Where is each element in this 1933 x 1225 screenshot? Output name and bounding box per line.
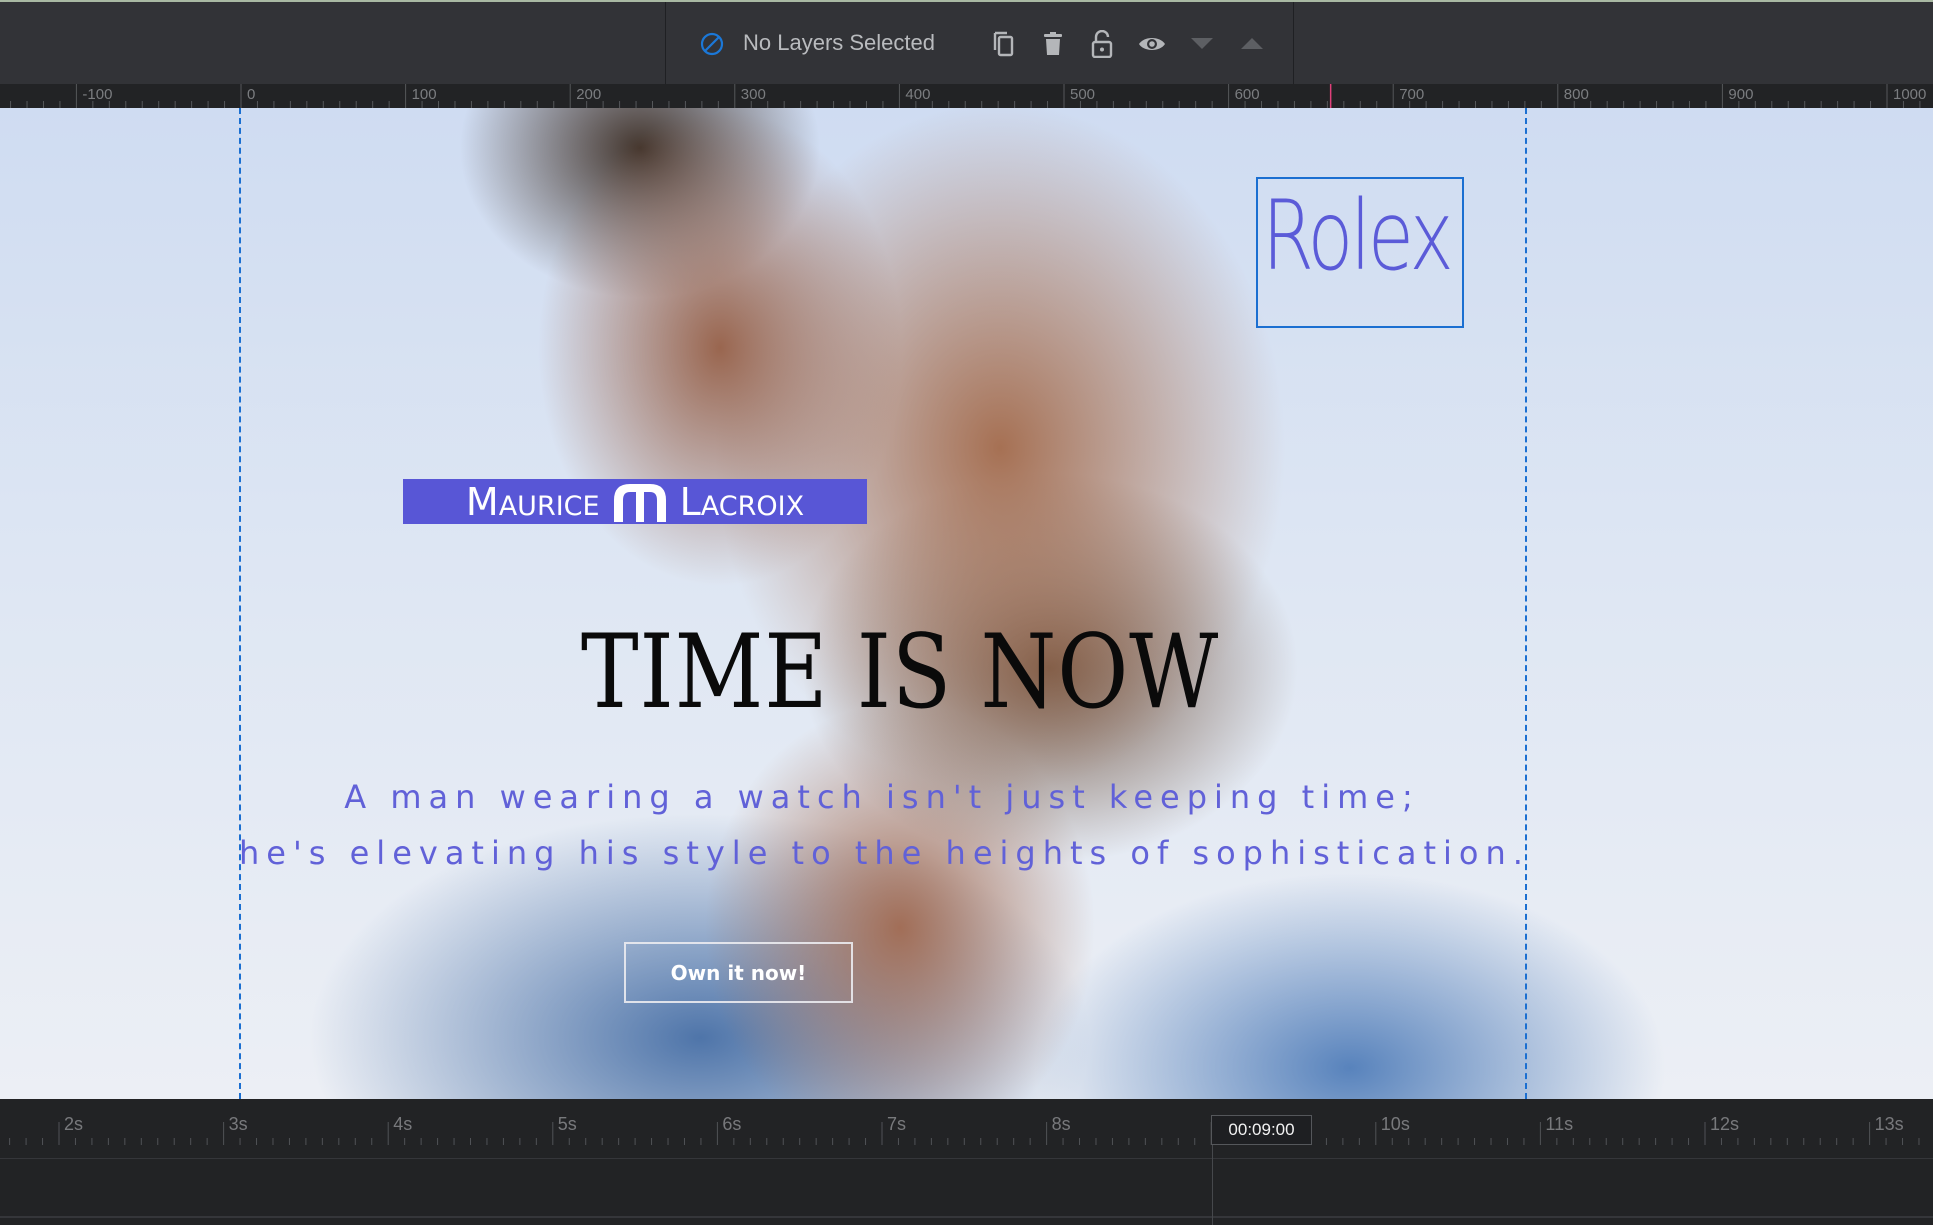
copy-icon [993,31,1014,57]
timeline-label: 13s [1874,1114,1904,1134]
timeline-track-border [0,1216,1933,1218]
ruler-label: -100 [82,86,113,103]
no-selection-icon [700,32,724,56]
move-layer-up-button[interactable] [1236,28,1268,60]
duplicate-layer-button[interactable] [988,28,1020,60]
timeline-label: 12s [1710,1114,1740,1134]
move-layer-down-button[interactable] [1186,28,1218,60]
subtitle-line-1[interactable]: A man wearing a watch isn't just keeping… [239,778,1525,816]
own-it-now-button[interactable]: Own it now! [624,942,853,1003]
ruler-ticks [10,84,1921,108]
timeline-ticks [9,1122,1920,1145]
right-guide-line[interactable] [1525,108,1527,1099]
timeline-label: 8s [1051,1114,1071,1134]
selection-status: No Layers Selected [743,30,935,55]
timeline-label: 4s [393,1114,413,1134]
ruler-label: 100 [411,86,437,103]
timeline-panel[interactable]: 00:09:00 2s 3s 4s 5s 6s 7s 8s 10s 11s 12s 13s [0,1099,1933,1225]
triangle-down-icon [1191,38,1213,49]
rolex-text-layer[interactable]: Rolex [1262,188,1454,284]
ruler-label: 800 [1563,86,1589,103]
brand-logo-left-word: Maurice [465,479,600,524]
toggle-visibility-button[interactable] [1136,28,1168,60]
left-guide-line[interactable] [239,108,241,1099]
timeline-label: 2s [64,1114,84,1134]
timeline-label: 11s [1545,1114,1574,1134]
horizontal-ruler[interactable]: -100 0 100 200 300 400 500 600 700 800 900 1000 [0,84,1933,108]
eye-icon [1139,38,1165,50]
timeline-label: 6s [722,1114,742,1134]
lock-layer-button[interactable] [1086,28,1118,60]
ruler-label: 500 [1070,86,1096,103]
unlock-icon [1091,30,1113,58]
maurice-lacroix-logo-layer[interactable]: Maurice Lacroix [403,479,867,524]
headline-text-layer[interactable]: TIME IS NOW [135,613,1665,732]
ruler-label: 900 [1728,86,1754,103]
ruler-label: 1000 [1893,86,1927,103]
timeline-divider [0,1158,1933,1159]
ruler-label: 600 [1234,86,1260,103]
ruler-label: 300 [740,86,766,103]
timeline-label: 3s [228,1114,248,1134]
timeline-label: 7s [887,1114,907,1134]
subtitle-line-2[interactable]: he's elevating his style to the heights … [239,834,1525,872]
timeline-label: 10s [1380,1114,1410,1134]
triangle-up-icon [1241,38,1263,49]
ruler-label: 400 [905,86,931,103]
playhead-time-display[interactable]: 00:09:00 [1211,1115,1312,1145]
layer-toolbar: No Layers Selected [0,2,1933,84]
timeline-label: 5s [557,1114,577,1134]
brand-logo-right-word: Lacroix [679,479,805,524]
trash-icon [1044,32,1062,55]
ruler-label: 700 [1399,86,1425,103]
slide-canvas[interactable]: Rolex Maurice Lacroix TIME IS NOW A man … [0,108,1933,1099]
ruler-label: 200 [576,86,602,103]
delete-layer-button[interactable] [1037,28,1069,60]
ruler-label: 0 [247,86,256,103]
brand-m-emblem-icon [613,483,666,522]
brand-logo-text: Maurice Lacroix [466,480,804,524]
